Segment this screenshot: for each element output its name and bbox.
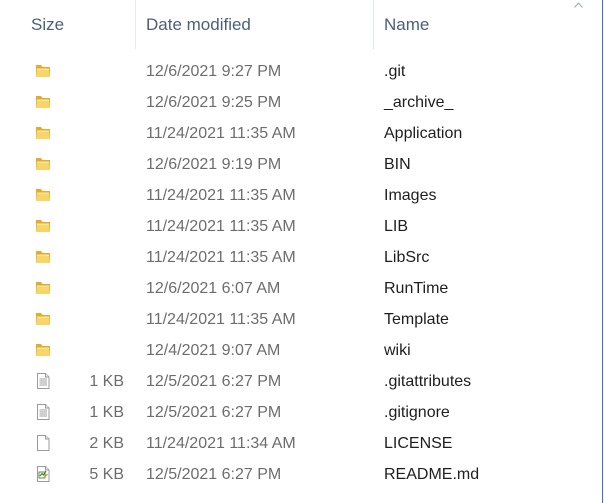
- file-date-modified: 12/6/2021 6:07 AM: [146, 280, 281, 297]
- folder-icon: [34, 62, 52, 80]
- column-divider[interactable]: [373, 0, 374, 49]
- file-row[interactable]: 5 KB 12/5/2021 6:27 PM README.md: [0, 459, 600, 490]
- markdown-file-icon: [34, 465, 52, 483]
- file-size: 5 KB: [89, 466, 124, 483]
- file-name: LICENSE: [384, 435, 453, 452]
- folder-icon: [34, 341, 52, 359]
- file-row[interactable]: 1 KB 12/5/2021 6:27 PM .gitattributes: [0, 366, 600, 397]
- column-header-name[interactable]: Name: [384, 0, 429, 49]
- folder-icon: [34, 248, 52, 266]
- file-date-modified: 12/6/2021 9:19 PM: [146, 156, 282, 173]
- file-date-modified: 11/24/2021 11:35 AM: [146, 311, 296, 328]
- column-header-date-modified[interactable]: Date modified: [146, 0, 251, 49]
- file-name: LIB: [384, 218, 409, 235]
- file-name: wiki: [384, 342, 411, 359]
- file-row[interactable]: 11/24/2021 11:35 AM Template: [0, 304, 600, 335]
- file-date-modified: 11/24/2021 11:35 AM: [146, 125, 296, 142]
- file-name: RunTime: [384, 280, 449, 297]
- file-date-modified: 12/5/2021 6:27 PM: [146, 373, 282, 390]
- file-row[interactable]: 12/6/2021 6:07 AM RunTime: [0, 273, 600, 304]
- file-name: .gitattributes: [384, 373, 472, 390]
- file-date-modified: 12/5/2021 6:27 PM: [146, 404, 282, 421]
- column-header-bar: Size Date modified Name: [0, 0, 600, 49]
- folder-icon: [34, 186, 52, 204]
- file-name: _archive_: [384, 94, 454, 111]
- folder-icon: [34, 310, 52, 328]
- file-date-modified: 12/6/2021 9:25 PM: [146, 94, 282, 111]
- file-date-modified: 11/24/2021 11:35 AM: [146, 187, 296, 204]
- file-explorer-window: Size Date modified Name 12/6/2021 9:27 P…: [0, 0, 603, 503]
- file-name: Images: [384, 187, 437, 204]
- folder-icon: [34, 124, 52, 142]
- file-row[interactable]: 12/4/2021 9:07 AM wiki: [0, 335, 600, 366]
- file-name: LibSrc: [384, 249, 430, 266]
- file-row[interactable]: 12/6/2021 9:27 PM .git: [0, 56, 600, 87]
- file-name: .git: [384, 63, 406, 80]
- file-row[interactable]: 2 KB 11/24/2021 11:34 AM LICENSE: [0, 428, 600, 459]
- folder-icon: [34, 279, 52, 297]
- column-divider[interactable]: [135, 0, 136, 49]
- file-name: Template: [384, 311, 449, 328]
- file-row[interactable]: 11/24/2021 11:35 AM LIB: [0, 211, 600, 242]
- file-name: .gitignore: [384, 404, 450, 421]
- blank-file-icon: [34, 434, 52, 452]
- file-name: BIN: [384, 156, 411, 173]
- file-size: 1 KB: [89, 404, 124, 421]
- file-date-modified: 11/24/2021 11:34 AM: [146, 435, 296, 452]
- text-file-icon: [34, 403, 52, 421]
- file-name: Application: [384, 125, 463, 142]
- file-size: 1 KB: [89, 373, 124, 390]
- file-row[interactable]: 12/6/2021 9:25 PM _archive_: [0, 87, 600, 118]
- file-date-modified: 11/24/2021 11:35 AM: [146, 249, 296, 266]
- file-date-modified: 12/6/2021 9:27 PM: [146, 63, 282, 80]
- file-date-modified: 12/5/2021 6:27 PM: [146, 466, 282, 483]
- folder-icon: [34, 155, 52, 173]
- file-row[interactable]: 12/6/2021 9:19 PM BIN: [0, 149, 600, 180]
- file-name: README.md: [384, 466, 480, 483]
- file-date-modified: 11/24/2021 11:35 AM: [146, 218, 296, 235]
- file-list: 12/6/2021 9:27 PM .git 12/6/2021 9:25 PM…: [0, 56, 600, 490]
- sort-ascending-icon: [574, 2, 583, 8]
- text-file-icon: [34, 372, 52, 390]
- file-date-modified: 12/4/2021 9:07 AM: [146, 342, 281, 359]
- column-header-size[interactable]: Size: [31, 0, 64, 49]
- file-row[interactable]: 11/24/2021 11:35 AM Application: [0, 118, 600, 149]
- file-size: 2 KB: [89, 435, 124, 452]
- file-row[interactable]: 11/24/2021 11:35 AM LibSrc: [0, 242, 600, 273]
- folder-icon: [34, 217, 52, 235]
- file-row[interactable]: 1 KB 12/5/2021 6:27 PM .gitignore: [0, 397, 600, 428]
- folder-icon: [34, 93, 52, 111]
- file-row[interactable]: 11/24/2021 11:35 AM Images: [0, 180, 600, 211]
